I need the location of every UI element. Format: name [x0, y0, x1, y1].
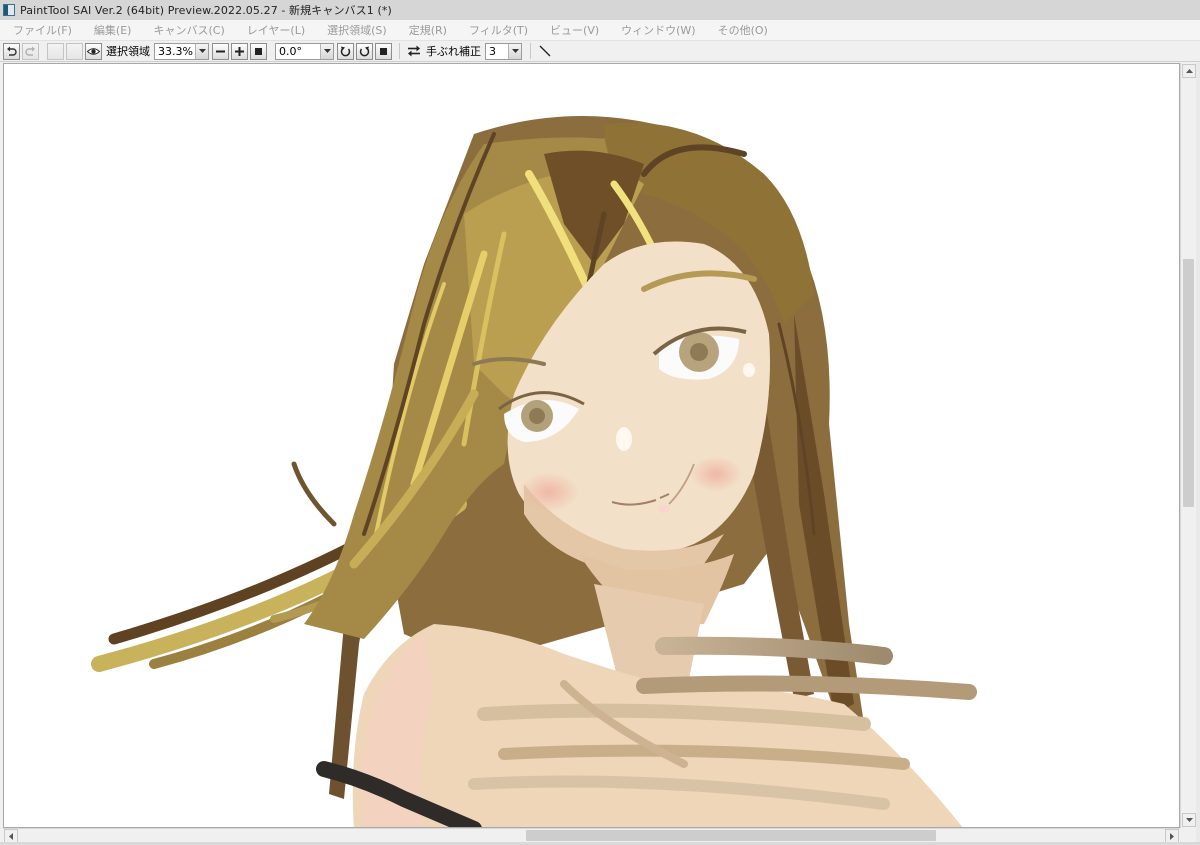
zoom-reset-icon	[255, 47, 262, 55]
menu-window[interactable]: ウィンドウ(W)	[610, 22, 706, 38]
menu-layer[interactable]: レイヤー(L)	[236, 22, 316, 38]
eye-icon	[87, 47, 100, 55]
menu-file[interactable]: ファイル(F)	[2, 22, 83, 38]
zoom-in-button[interactable]	[231, 42, 248, 60]
redo-button[interactable]	[22, 42, 39, 60]
rotation-value: 0.0°	[279, 44, 302, 58]
rotation-dropdown-arrow[interactable]	[320, 43, 333, 59]
horizontal-scroll-thumb[interactable]	[526, 830, 936, 841]
selection-visibility-toggle[interactable]	[85, 42, 102, 60]
window-title: PaintTool SAI Ver.2 (64bit) Preview.2022…	[20, 4, 392, 17]
undo-button[interactable]	[3, 42, 20, 60]
rotate-left-icon	[340, 46, 351, 56]
flip-horizontal-button[interactable]	[405, 43, 422, 60]
zoom-value: 33.3%	[158, 44, 193, 58]
vertical-scrollbar[interactable]	[1180, 63, 1196, 828]
toolbar-separator	[530, 43, 531, 59]
toolbar-separator	[399, 43, 400, 59]
history-back-button[interactable]	[47, 42, 64, 60]
scroll-down-button[interactable]	[1182, 813, 1196, 827]
redo-icon	[25, 46, 35, 56]
chevron-down-icon	[511, 49, 519, 53]
rotate-left-button[interactable]	[337, 42, 354, 60]
rotate-reset-icon	[380, 47, 387, 55]
chevron-down-icon	[198, 49, 206, 53]
chevron-left-icon	[9, 832, 13, 840]
app-icon	[3, 4, 15, 16]
scroll-left-button[interactable]	[4, 829, 18, 843]
stabilizer-value: 3	[489, 44, 496, 58]
zoom-combo[interactable]: 33.3%	[154, 42, 209, 60]
title-bar: PaintTool SAI Ver.2 (64bit) Preview.2022…	[0, 0, 1200, 20]
chevron-right-icon	[1170, 832, 1174, 840]
menu-ruler[interactable]: 定規(R)	[398, 22, 458, 38]
menu-other[interactable]: その他(O)	[707, 22, 779, 38]
rotate-reset-button[interactable]	[375, 42, 392, 60]
menu-filter[interactable]: フィルタ(T)	[458, 22, 539, 38]
zoom-out-button[interactable]	[212, 42, 229, 60]
chevron-up-icon	[1185, 69, 1193, 73]
rotate-right-button[interactable]	[356, 42, 373, 60]
stabilizer-label: 手ぶれ補正	[426, 45, 481, 58]
toolbar: 選択領域 33.3% 0.0° 手ぶれ補正 3	[0, 40, 1200, 62]
stabilizer-dropdown-arrow[interactable]	[508, 43, 521, 59]
scroll-up-button[interactable]	[1182, 64, 1196, 78]
menu-view[interactable]: ビュー(V)	[539, 22, 610, 38]
menu-selection[interactable]: 選択領域(S)	[316, 22, 398, 38]
menu-canvas[interactable]: キャンバス(C)	[142, 22, 235, 38]
menu-bar: ファイル(F) 編集(E) キャンバス(C) レイヤー(L) 選択領域(S) 定…	[0, 20, 1200, 40]
drawing-canvas[interactable]	[3, 63, 1180, 828]
zoom-dropdown-arrow[interactable]	[195, 43, 208, 59]
selection-label: 選択領域	[106, 45, 150, 58]
line-tool-button[interactable]	[536, 43, 553, 60]
zoom-reset-button[interactable]	[250, 42, 267, 60]
stabilizer-combo[interactable]: 3	[485, 42, 522, 60]
rotate-right-icon	[359, 46, 370, 56]
zoom-out-icon	[216, 50, 225, 52]
canvas-artwork	[91, 116, 977, 827]
undo-icon	[7, 46, 17, 56]
line-tool-icon	[539, 45, 550, 57]
side-panel-edge	[1196, 63, 1200, 845]
chevron-down-icon	[323, 49, 331, 53]
rotation-combo[interactable]: 0.0°	[275, 42, 334, 60]
vertical-scroll-thumb[interactable]	[1183, 259, 1194, 507]
flip-horizontal-icon	[407, 45, 420, 57]
history-forward-button[interactable]	[66, 42, 83, 60]
horizontal-scrollbar[interactable]	[3, 828, 1180, 843]
scroll-right-button[interactable]	[1165, 829, 1179, 843]
menu-edit[interactable]: 編集(E)	[83, 22, 143, 38]
chevron-down-icon	[1185, 818, 1193, 822]
zoom-in-icon	[235, 46, 244, 56]
